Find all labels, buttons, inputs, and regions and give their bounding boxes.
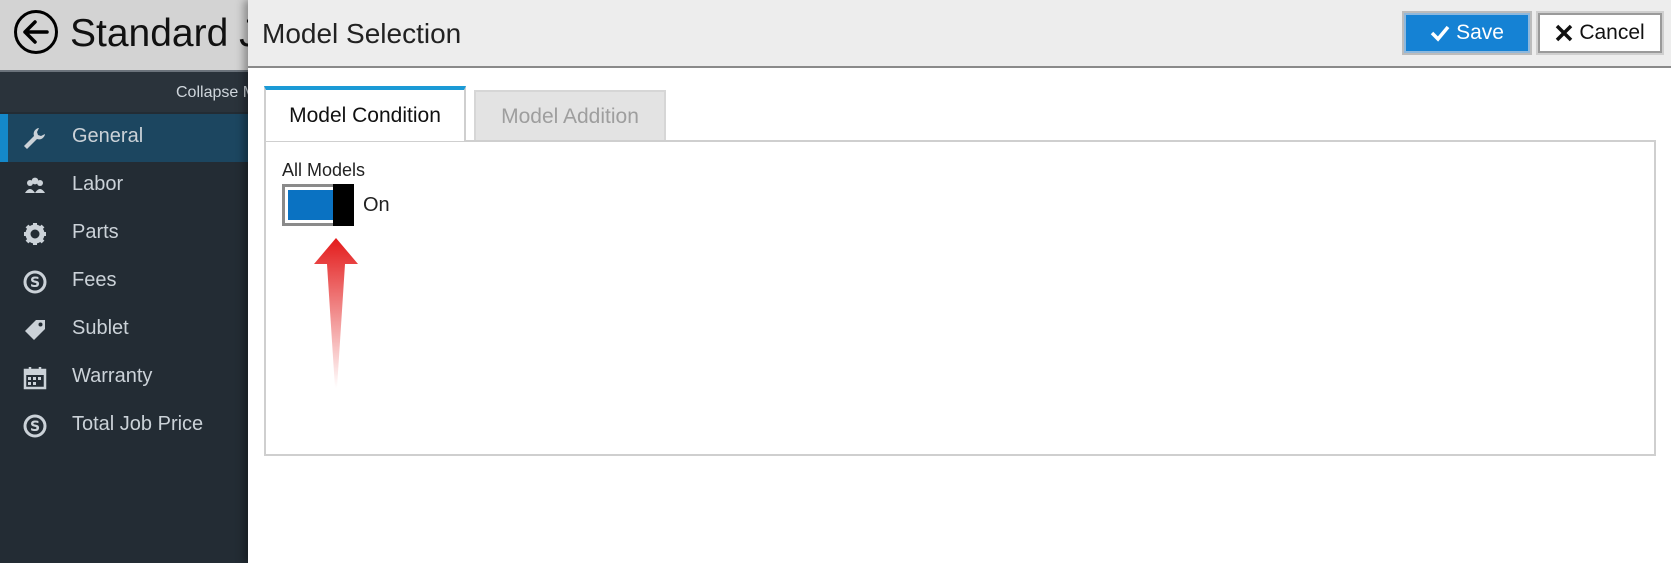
sidebar-item-label: Sublet [72, 317, 129, 339]
save-button-label: Save [1456, 21, 1504, 44]
dollar-circle-icon: S [23, 414, 47, 438]
all-models-label: All Models [282, 160, 366, 180]
sidebar-item-label: Warranty [72, 365, 153, 387]
calendar-icon [23, 367, 47, 390]
sidebar-item-warranty[interactable]: Warranty [0, 354, 250, 402]
svg-text:S: S [30, 275, 40, 291]
toggle-knob [333, 184, 354, 226]
tag-icon [25, 320, 45, 340]
dollar-circle-icon: S [23, 270, 47, 294]
cancel-button[interactable]: Cancel [1536, 11, 1664, 55]
all-models-toggle[interactable] [282, 184, 354, 226]
wrench-icon [24, 128, 45, 149]
collapse-menu-row[interactable]: Collapse M [0, 72, 256, 112]
sidebar-item-sublet[interactable]: Sublet [0, 306, 250, 354]
sidebar-item-general[interactable]: General [0, 114, 250, 162]
dialog-title: Model Selection [262, 18, 462, 49]
save-button[interactable]: Save [1402, 11, 1532, 55]
sidebar-item-label: Total Job Price [72, 413, 204, 435]
sidebar-nav: General Labor Parts S Fees Sublet Warran… [0, 114, 250, 450]
dialog-header: Model Selection Save Cancel [248, 0, 1671, 68]
model-selection-dialog: Model Selection Save Cancel Model Condit… [248, 0, 1671, 563]
annotation-arrow-icon [314, 238, 358, 388]
sidebar-item-total-job-price[interactable]: S Total Job Price [0, 402, 250, 450]
toggle-track-fill [288, 190, 333, 220]
arrow-left-icon [23, 20, 49, 44]
tab-model-condition[interactable]: Model Condition [264, 86, 466, 141]
sidebar-item-labor[interactable]: Labor [0, 162, 250, 210]
gear-icon [24, 223, 46, 245]
collapse-menu-label: Collapse M [176, 84, 257, 101]
sidebar-item-label: Fees [72, 269, 117, 291]
sidebar-item-fees[interactable]: S Fees [0, 258, 250, 306]
cancel-button-label: Cancel [1579, 21, 1645, 44]
sidebar-item-label: General [72, 125, 144, 147]
tab-model-addition[interactable]: Model Addition [474, 90, 666, 141]
model-condition-panel: All Models On [264, 140, 1656, 456]
page-title: Standard J [70, 12, 259, 55]
checkmark-icon [1430, 25, 1450, 42]
app-header: Standard J [0, 0, 259, 72]
close-icon [1556, 24, 1573, 42]
sidebar-item-parts[interactable]: Parts [0, 210, 250, 258]
toggle-state-text: On [363, 194, 390, 216]
sidebar-item-label: Labor [72, 173, 124, 195]
back-button[interactable] [14, 10, 58, 54]
sidebar-item-label: Parts [72, 221, 119, 243]
svg-text:S: S [30, 419, 40, 435]
people-icon [25, 177, 45, 193]
